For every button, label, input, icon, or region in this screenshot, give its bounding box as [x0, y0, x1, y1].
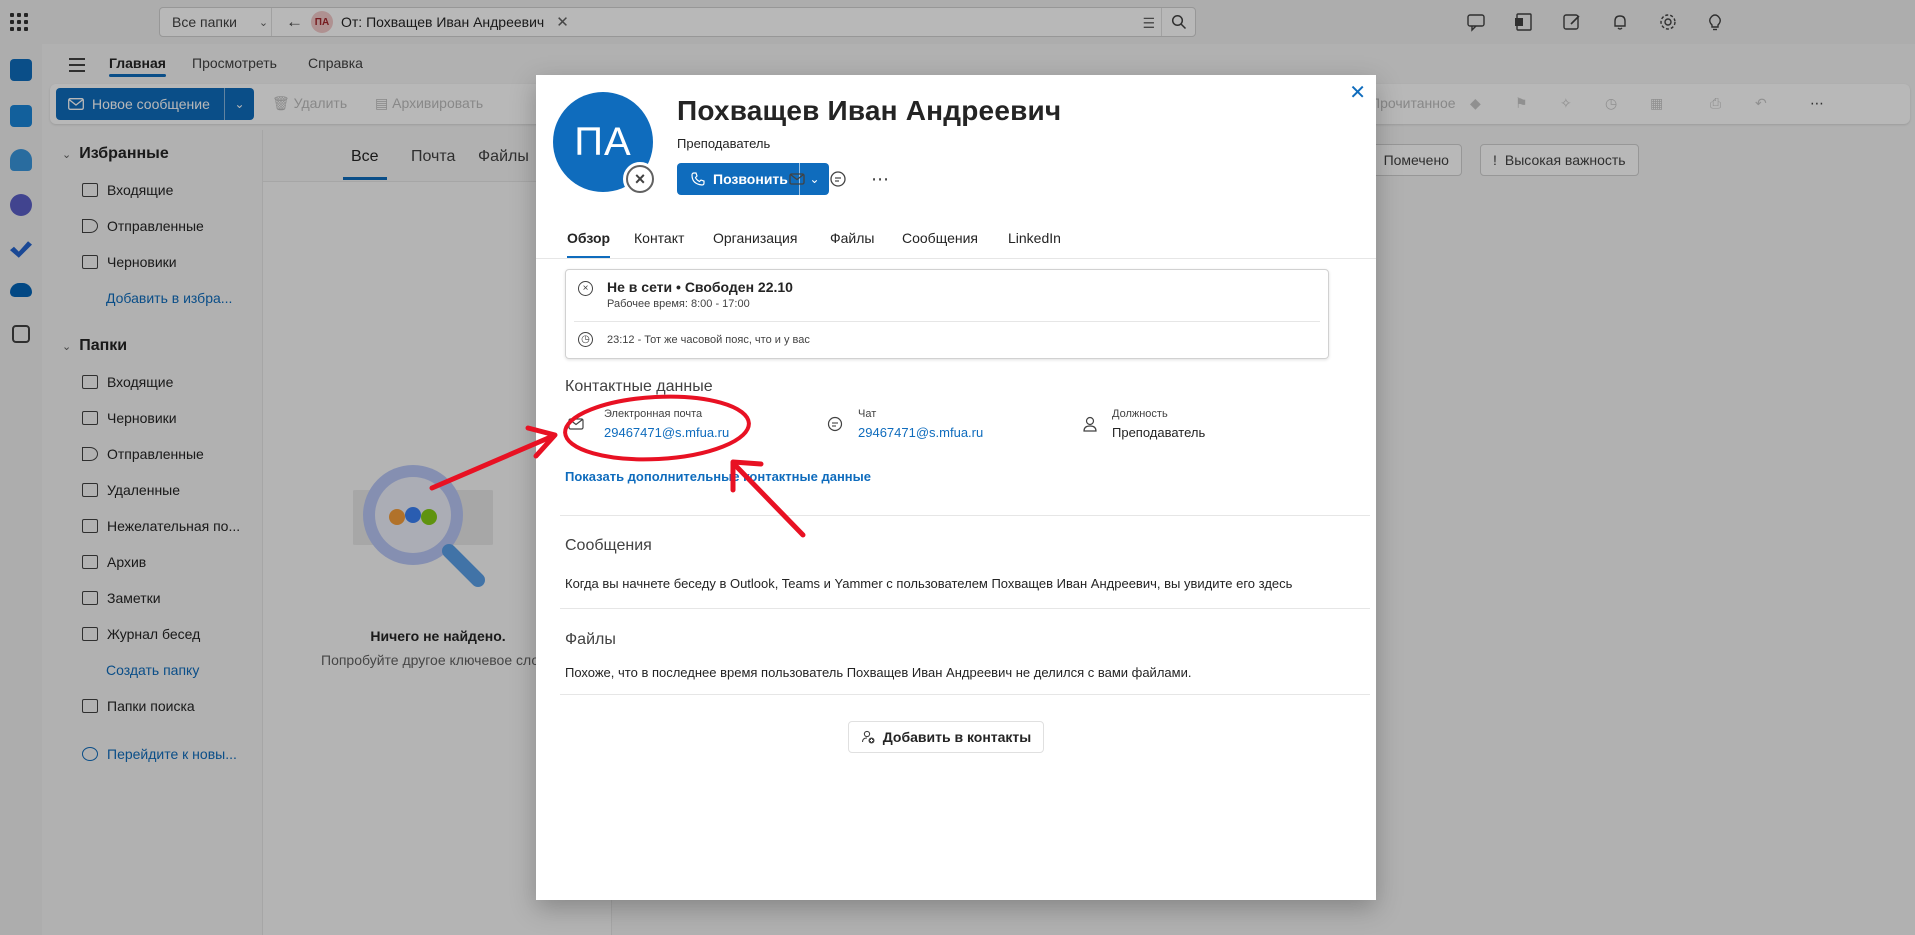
- contact-name: Похващев Иван Андреевич: [677, 95, 1062, 126]
- position-value: Преподаватель: [1112, 425, 1206, 440]
- divider: [560, 694, 1370, 695]
- call-button[interactable]: Позвонить: [677, 163, 799, 195]
- call-button-label: Позвонить: [713, 171, 788, 187]
- availability-status: Не в сети • Свободен 22.10: [607, 279, 793, 295]
- tab-overview[interactable]: Обзор: [567, 230, 611, 258]
- profile-tabs: Обзор Контакт Организация Файлы Сообщени…: [536, 219, 1376, 259]
- show-more-contact-info-link[interactable]: Показать дополнительные контактные данны…: [565, 469, 871, 484]
- email-icon[interactable]: [787, 169, 807, 189]
- add-to-contacts-label: Добавить в контакты: [882, 729, 1032, 745]
- chat-icon: [827, 416, 843, 432]
- clock-icon: ◷: [578, 332, 593, 347]
- divider: [560, 608, 1370, 609]
- tab-linkedin[interactable]: LinkedIn: [1008, 230, 1061, 246]
- email-label: Электронная почта: [604, 408, 703, 420]
- messages-heading: Сообщения: [565, 537, 652, 554]
- work-hours: Рабочее время: 8:00 - 17:00: [607, 298, 750, 310]
- person-icon: [1083, 416, 1097, 432]
- files-heading: Файлы: [565, 631, 616, 648]
- tab-organization[interactable]: Организация: [713, 230, 797, 246]
- tab-messages[interactable]: Сообщения: [902, 230, 978, 246]
- offline-icon: ×: [626, 165, 654, 193]
- close-icon[interactable]: ✕: [1349, 83, 1366, 103]
- contact-info-heading: Контактные данные: [565, 378, 713, 395]
- phone-icon: [691, 172, 705, 186]
- tab-contact[interactable]: Контакт: [634, 230, 684, 246]
- tab-files[interactable]: Файлы: [830, 230, 874, 246]
- divider: [560, 515, 1370, 516]
- add-to-contacts-button[interactable]: Добавить в контакты: [848, 721, 1044, 753]
- email-link[interactable]: 29467471@s.mfua.ru: [604, 425, 729, 440]
- chat-label: Чат: [858, 408, 877, 420]
- local-time: 23:12 - Тот же часовой пояс, что и у вас: [607, 334, 810, 346]
- files-text: Похоже, что в последнее время пользовате…: [565, 665, 1192, 680]
- contact-job-title: Преподаватель: [677, 136, 771, 151]
- email-icon: [568, 418, 584, 430]
- profile-card: ✕ ПА × Похващев Иван Андреевич Преподава…: [536, 75, 1376, 900]
- offline-icon: ×: [578, 281, 593, 296]
- divider: [574, 321, 1320, 322]
- messages-text: Когда вы начнете беседу в Outlook, Teams…: [565, 576, 1293, 591]
- add-person-icon: [861, 730, 875, 744]
- more-actions-icon[interactable]: ⋯: [870, 169, 890, 189]
- availability-card: × Не в сети • Свободен 22.10 Рабочее вре…: [565, 269, 1329, 359]
- chat-icon[interactable]: [828, 169, 848, 189]
- presence-offline-badge: ×: [623, 162, 657, 196]
- chat-link[interactable]: 29467471@s.mfua.ru: [858, 425, 983, 440]
- position-label: Должность: [1112, 408, 1168, 420]
